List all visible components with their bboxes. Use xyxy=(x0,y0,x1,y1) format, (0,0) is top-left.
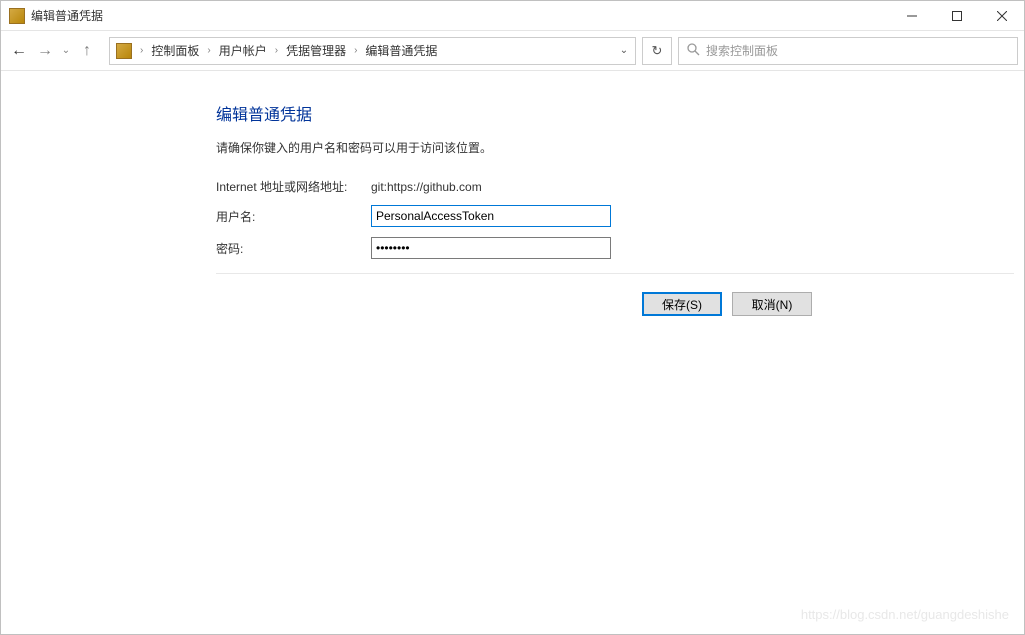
save-button[interactable]: 保存(S) xyxy=(642,292,722,316)
address-label: Internet 地址或网络地址: xyxy=(216,178,371,195)
window-controls xyxy=(889,1,1024,31)
breadcrumb-item[interactable]: 控制面板 xyxy=(145,38,205,64)
back-button[interactable]: ← xyxy=(7,39,31,63)
app-icon xyxy=(9,8,25,24)
button-row: 保存(S) 取消(N) xyxy=(216,273,1014,316)
page-description: 请确保你键入的用户名和密码可以用于访问该位置。 xyxy=(216,139,1014,156)
breadcrumb-item[interactable]: 凭据管理器 xyxy=(280,38,352,64)
page-title: 编辑普通凭据 xyxy=(216,101,1014,125)
forward-button[interactable]: → xyxy=(33,39,57,63)
minimize-button[interactable] xyxy=(889,1,934,31)
password-input[interactable] xyxy=(371,237,611,259)
breadcrumb-item[interactable]: 用户帐户 xyxy=(213,38,273,64)
history-dropdown[interactable]: ⌄ xyxy=(59,45,73,56)
search-icon xyxy=(687,43,700,59)
cancel-button[interactable]: 取消(N) xyxy=(732,292,812,316)
content-area: 编辑普通凭据 请确保你键入的用户名和密码可以用于访问该位置。 Internet … xyxy=(1,71,1024,326)
username-row: 用户名: xyxy=(216,205,1014,227)
breadcrumb-item[interactable]: 编辑普通凭据 xyxy=(359,38,443,64)
username-label: 用户名: xyxy=(216,208,371,225)
location-icon xyxy=(116,43,132,59)
up-button[interactable]: ↑ xyxy=(75,39,99,63)
username-input[interactable] xyxy=(371,205,611,227)
address-dropdown-icon[interactable]: ⌄ xyxy=(615,45,633,56)
address-value: git:https://github.com xyxy=(371,180,482,194)
watermark: https://blog.csdn.net/guangdeshishe xyxy=(801,607,1009,622)
title-bar: 编辑普通凭据 xyxy=(1,1,1024,31)
address-row: Internet 地址或网络地址: git:https://github.com xyxy=(216,178,1014,195)
nav-buttons: ← → ⌄ ↑ xyxy=(7,39,103,63)
window-title: 编辑普通凭据 xyxy=(31,7,889,24)
search-box[interactable] xyxy=(678,37,1018,65)
chevron-right-icon[interactable]: › xyxy=(138,45,145,56)
password-row: 密码: xyxy=(216,237,1014,259)
close-button[interactable] xyxy=(979,1,1024,31)
refresh-button[interactable]: ↻ xyxy=(642,37,672,65)
address-bar[interactable]: › 控制面板 › 用户帐户 › 凭据管理器 › 编辑普通凭据 ⌄ xyxy=(109,37,636,65)
chevron-right-icon: › xyxy=(205,45,212,56)
chevron-right-icon: › xyxy=(273,45,280,56)
password-label: 密码: xyxy=(216,240,371,257)
toolbar: ← → ⌄ ↑ › 控制面板 › 用户帐户 › 凭据管理器 › 编辑普通凭据 ⌄… xyxy=(1,31,1024,71)
maximize-button[interactable] xyxy=(934,1,979,31)
chevron-right-icon: › xyxy=(352,45,359,56)
search-input[interactable] xyxy=(706,44,1009,58)
breadcrumb: › 控制面板 › 用户帐户 › 凭据管理器 › 编辑普通凭据 xyxy=(138,38,615,64)
